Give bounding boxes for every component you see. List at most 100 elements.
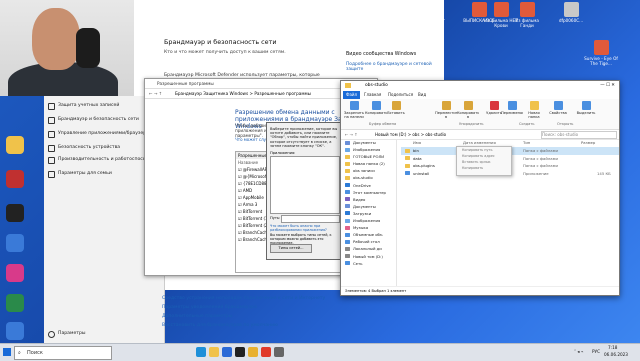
ribbon-button[interactable]: Закрепить на панели быстрого доступа bbox=[343, 101, 365, 119]
ribbon-button[interactable]: Копировать в bbox=[457, 101, 479, 119]
ribbon-button-label: Переименовать bbox=[501, 111, 523, 115]
folder-icon bbox=[345, 239, 350, 244]
ribbon-button[interactable]: Свойства bbox=[547, 101, 569, 119]
related-links: Средство устранения неполадок подключени… bbox=[162, 294, 362, 330]
nav-item[interactable]: Новая папка (2) bbox=[341, 160, 396, 167]
menu-copy[interactable]: Копировать bbox=[457, 165, 511, 171]
network-types-button[interactable]: Типы сетей... bbox=[270, 244, 312, 253]
tray-icons[interactable]: ˄ ◂ ⌁ bbox=[574, 349, 583, 354]
explorer-search[interactable]: Поиск: obs-studio bbox=[541, 131, 617, 139]
nav-arrows-icon[interactable]: ← → ↑ bbox=[149, 89, 162, 98]
nav-item[interactable]: Изображения bbox=[341, 217, 396, 224]
ribbon-button[interactable]: Вставить bbox=[385, 101, 407, 119]
ribbon-button[interactable]: Переместить в bbox=[435, 101, 457, 119]
nav-item-label: Объемные объ bbox=[353, 232, 383, 238]
nav-item-label: Новый том (D:) bbox=[353, 253, 383, 259]
obs-icon[interactable] bbox=[235, 347, 245, 357]
nav-item[interactable]: Локальный ди bbox=[341, 245, 396, 252]
nav-item[interactable]: Видео bbox=[341, 196, 396, 203]
ribbon-button[interactable]: Новая папка bbox=[523, 101, 545, 119]
taskbar-search[interactable]: ⌕ Поиск bbox=[14, 346, 112, 360]
ribbon-button[interactable]: Копировать bbox=[365, 101, 387, 119]
nav-item[interactable]: Новый том (D:) bbox=[341, 253, 396, 260]
apps-label: Приложения: bbox=[270, 151, 296, 155]
link-notifications[interactable]: Параметры уведомлений брандмауэра bbox=[162, 303, 362, 312]
nav-item[interactable]: Документы bbox=[341, 203, 396, 210]
taskbar: ⌕ Поиск ˄ ◂ ⌁ РУС 7:18 06.06.2023 bbox=[0, 343, 640, 361]
tab-view[interactable]: Вид bbox=[415, 91, 429, 99]
ribbon-button[interactable]: Выделить bbox=[575, 101, 597, 119]
desktop-icon[interactable]: Из фильма Ганди bbox=[510, 2, 544, 28]
nav-arrows-icon[interactable]: ← → ↑ bbox=[345, 130, 358, 139]
add-app-dialog: Выберите приложение, которое вы хотите д… bbox=[266, 122, 344, 260]
app-icon[interactable] bbox=[6, 294, 24, 312]
nav-item[interactable]: Сеть bbox=[341, 260, 396, 267]
window-controls[interactable]: — ☐ ✕ bbox=[600, 81, 615, 91]
clock-time[interactable]: 7:18 bbox=[608, 345, 617, 350]
gear-icon bbox=[48, 331, 55, 338]
ribbon-button[interactable]: Переименовать bbox=[501, 101, 523, 119]
video-link[interactable]: Подробнее о брандмауэре и сетевой защите bbox=[346, 62, 436, 72]
folder-icon bbox=[345, 175, 350, 180]
nav-item[interactable]: Изображения bbox=[341, 146, 396, 153]
app-icon[interactable] bbox=[6, 234, 24, 252]
file-explorer-window: obs-studio — ☐ ✕ Файл Главная Поделиться… bbox=[340, 80, 620, 296]
nav-item[interactable]: OneDrive bbox=[341, 182, 396, 189]
clock-date[interactable]: 06.06.2023 bbox=[604, 352, 628, 357]
app-icon[interactable] bbox=[6, 322, 24, 340]
col-name[interactable]: Имя bbox=[413, 139, 421, 147]
nav-item-label: Загрузки bbox=[353, 210, 372, 216]
unblock-risk-link[interactable]: Что может быть опасно при разблокировани… bbox=[270, 224, 340, 232]
nav-item[interactable]: Объемные объ bbox=[341, 231, 396, 238]
start-button[interactable] bbox=[3, 348, 11, 356]
chrome-icon[interactable] bbox=[248, 347, 258, 357]
apps-listbox[interactable] bbox=[270, 156, 340, 214]
tab-file[interactable]: Файл bbox=[343, 91, 361, 99]
app-icon[interactable] bbox=[6, 170, 24, 188]
nav-item[interactable]: Загрузки bbox=[341, 210, 396, 217]
nav-item[interactable]: obs-studio bbox=[341, 174, 396, 181]
yandex-icon[interactable] bbox=[261, 347, 271, 357]
status-bar: Элементов: 4 Выбран 1 элемент bbox=[341, 286, 619, 296]
col-type[interactable]: Тип bbox=[523, 139, 530, 147]
ribbon-icon bbox=[581, 101, 591, 110]
nav-item-label: Этот компьютер bbox=[353, 189, 386, 195]
folder-icon bbox=[345, 204, 350, 209]
explorer-breadcrumb[interactable]: Новый том (D:) > obs > obs-studio bbox=[375, 130, 446, 139]
path-input[interactable] bbox=[281, 215, 340, 223]
ribbon-icon bbox=[441, 101, 451, 110]
shield-icon bbox=[48, 131, 55, 138]
nav-item-label: Новая папка (2) bbox=[353, 161, 385, 167]
nav-item-label: Сеть bbox=[353, 260, 363, 266]
tab-share[interactable]: Поделиться bbox=[385, 91, 416, 99]
nav-item-label: Изображения bbox=[353, 147, 381, 153]
file-type: Папка с файлами bbox=[523, 155, 558, 161]
folder-icon bbox=[345, 211, 350, 216]
col-size[interactable]: Размер bbox=[581, 139, 595, 147]
input-language[interactable]: РУС bbox=[592, 349, 600, 354]
desktop-icon[interactable]: Survive - Eye Of The Tige... bbox=[584, 40, 618, 66]
app-icon[interactable] bbox=[6, 204, 24, 222]
settings-icon[interactable] bbox=[274, 347, 284, 357]
nav-item[interactable]: Музыка bbox=[341, 224, 396, 231]
page-title: Брандмауэр и безопасность сети bbox=[164, 38, 277, 46]
nav-item[interactable]: obs записи bbox=[341, 167, 396, 174]
app-icon[interactable] bbox=[6, 264, 24, 282]
link-advanced[interactable]: Дополнительные параметры bbox=[162, 312, 362, 321]
folder-icon[interactable] bbox=[6, 136, 24, 154]
tab-home[interactable]: Главная bbox=[361, 91, 384, 99]
shield-icon bbox=[48, 117, 55, 124]
ribbon-group-organize: Упорядочить bbox=[459, 122, 484, 126]
explorer-icon[interactable] bbox=[209, 347, 219, 357]
settings-item[interactable]: Параметры bbox=[44, 328, 164, 339]
nav-item[interactable]: Этот компьютер bbox=[341, 189, 396, 196]
nav-item[interactable]: Документы bbox=[341, 139, 396, 146]
link-troubleshooter[interactable]: Средство устранения неполадок подключени… bbox=[162, 294, 362, 303]
explorer-titlebar: obs-studio — ☐ ✕ bbox=[341, 81, 619, 91]
link-restore-defaults[interactable]: Восстановить для брандмауэров по умолчан… bbox=[162, 321, 362, 330]
store-icon[interactable] bbox=[222, 347, 232, 357]
nav-item[interactable]: Рабочий стол bbox=[341, 238, 396, 245]
edge-icon[interactable] bbox=[196, 347, 206, 357]
nav-item[interactable]: ГОТОВЫЕ РОЛИ bbox=[341, 153, 396, 160]
desktop-icon[interactable]: dfp0060C... bbox=[554, 2, 588, 23]
